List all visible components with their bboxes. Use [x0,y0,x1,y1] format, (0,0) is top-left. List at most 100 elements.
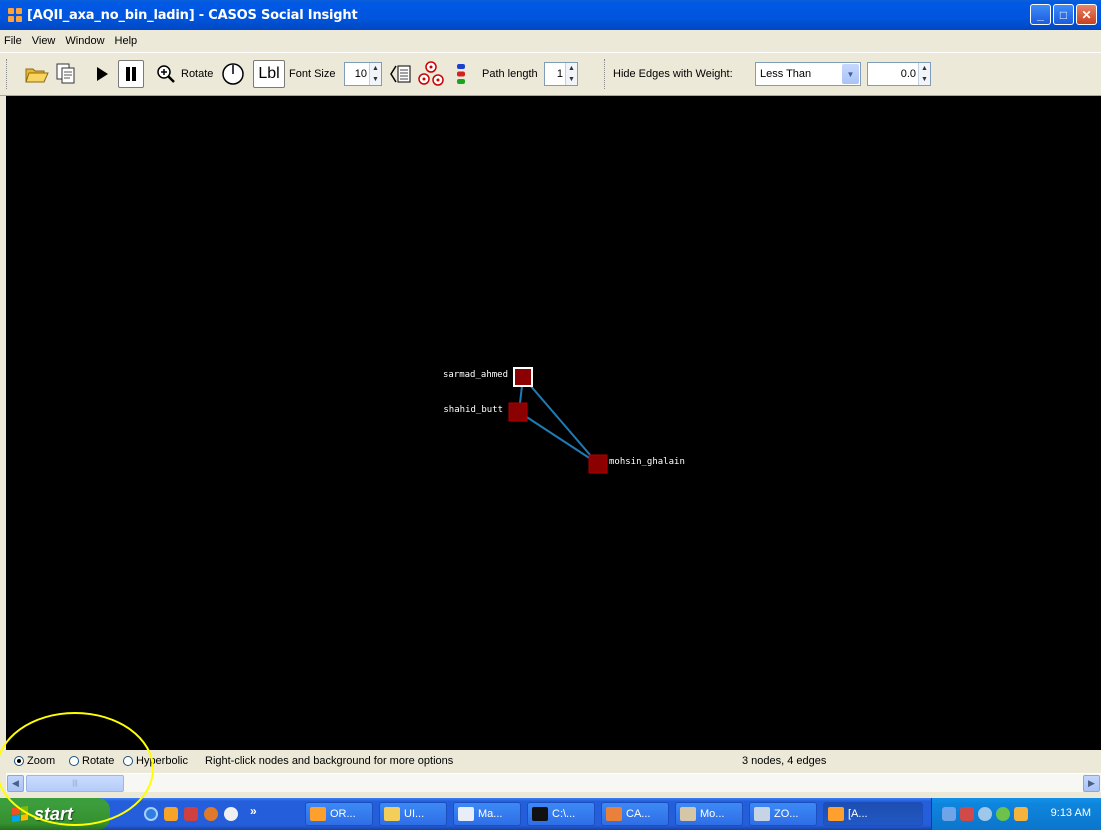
close-button[interactable]: ✕ [1076,4,1097,25]
network-icon[interactable] [942,807,956,821]
media-player-icon[interactable] [224,807,238,821]
task-label: UI... [404,808,425,820]
toolbar-grip[interactable] [6,59,9,89]
network-canvas[interactable]: sarmad_ahmed shahid_butt mohsin_ghalain [6,96,1101,750]
security-icon[interactable] [960,807,974,821]
quicklaunch-app-icon[interactable] [164,807,178,821]
app-window: [AQII_axa_no_bin_ladin] - CASOS Social I… [0,0,1101,830]
casos-app-icon [310,807,326,821]
status-bar: Zoom Rotate Hyperbolic Right-click nodes… [6,752,1101,772]
task-label: OR... [330,808,356,820]
app-icon [680,807,696,821]
task-button[interactable]: Mo... [675,802,743,826]
ie-icon[interactable] [144,807,158,821]
cluster-icon[interactable] [418,60,444,88]
notepad-icon [458,807,474,821]
start-label: start [34,803,74,824]
pause-icon[interactable] [118,60,144,88]
graph-node-sarmad-ahmed[interactable] [513,367,533,387]
rotate-label: Rotate [181,68,214,80]
toolbar: Rotate Lbl Font Size 10 ▲ ▼ Path length 1… [0,52,1101,96]
graph-node-shahid-butt[interactable] [508,402,528,422]
menu-view[interactable]: View [28,35,62,47]
tray-app-icon[interactable] [1014,807,1028,821]
chevron-down-icon[interactable]: ▼ [842,64,859,84]
toolbar-grip[interactable] [604,59,607,89]
spinner-arrows-icon[interactable]: ▲ ▼ [918,63,930,85]
task-label: CA... [626,808,651,820]
graph-nodes [508,367,608,474]
scroll-thumb[interactable]: ||| [26,775,124,792]
java-icon [606,807,622,821]
task-button-active[interactable]: [A... [823,802,923,826]
clock[interactable]: 9:13 AM [1051,807,1091,819]
menu-help[interactable]: Help [111,35,144,47]
casos-app-icon [828,807,844,821]
zoom-mode-radio[interactable] [14,756,24,766]
font-size-stepper[interactable]: 10 ▲ ▼ [344,62,382,86]
rotate-mode-label[interactable]: Rotate [82,755,114,767]
legend-icon[interactable] [452,60,470,88]
task-label: Mo... [700,808,725,820]
node-label-shahid-butt: shahid_butt [443,405,503,415]
menu-window[interactable]: Window [61,35,110,47]
task-button[interactable]: OR... [305,802,373,826]
zoom-mode-label[interactable]: Zoom [27,755,55,767]
edge-weight-value[interactable]: 0.0 [868,68,918,80]
path-length-stepper[interactable]: 1 ▲ ▼ [544,62,578,86]
task-label: ZO... [774,808,799,820]
task-button[interactable]: UI... [379,802,447,826]
edge-weight-stepper[interactable]: 0.0 ▲ ▼ [867,62,931,86]
status-hint: Right-click nodes and background for mor… [205,755,454,767]
comparison-value: Less Than [760,68,812,80]
hyperbolic-mode-radio[interactable] [123,756,133,766]
graph-edge[interactable] [518,411,598,464]
zoom-icon[interactable] [154,62,178,86]
tray-app-icon[interactable] [996,807,1010,821]
rotate-mode-radio[interactable] [69,756,79,766]
title-bar[interactable]: [AQII_axa_no_bin_ladin] - CASOS Social I… [0,0,1101,30]
scroll-left-icon[interactable]: ◀ [7,775,24,792]
tray-app-icon[interactable] [978,807,992,821]
scroll-right-icon[interactable]: ▶ [1083,775,1100,792]
font-size-value[interactable]: 10 [345,68,369,80]
node-label-sarmad-ahmed: sarmad_ahmed [443,370,508,380]
taskbar: start » OR... UI... Ma... C:\... CA... M… [0,798,1101,830]
lbl-button[interactable]: Lbl [253,60,285,88]
horizontal-scrollbar[interactable]: ◀ ||| ▶ [6,773,1101,792]
folder-icon [384,807,400,821]
task-label: Ma... [478,808,503,820]
copy-icon[interactable] [54,61,78,87]
menu-file[interactable]: File [0,35,28,47]
path-length-label: Path length [482,68,538,80]
quicklaunch-app-icon[interactable] [184,807,198,821]
layout-icon[interactable] [389,61,413,87]
graph-labels: sarmad_ahmed shahid_butt mohsin_ghalain [443,370,685,467]
minimize-button[interactable]: _ [1030,4,1051,25]
comparison-select[interactable]: Less Than ▼ [755,62,861,86]
open-folder-icon[interactable] [24,61,50,87]
spinner-arrows-icon[interactable]: ▲ ▼ [369,63,381,85]
task-label: C:\... [552,808,576,820]
menu-bar: File View Window Help [0,30,1101,52]
console-icon [532,807,548,821]
hyperbolic-mode-label[interactable]: Hyperbolic [136,755,188,767]
path-length-value[interactable]: 1 [545,68,565,80]
task-button[interactable]: ZO... [749,802,817,826]
task-button[interactable]: C:\... [527,802,595,826]
task-button[interactable]: CA... [601,802,669,826]
firefox-icon[interactable] [204,807,218,821]
maximize-button[interactable]: □ [1053,4,1074,25]
spinner-arrows-icon[interactable]: ▲ ▼ [565,63,577,85]
play-icon[interactable] [92,61,112,87]
graph-node-mohsin-ghalain[interactable] [588,454,608,474]
task-button[interactable]: Ma... [453,802,521,826]
casos-app-icon [8,8,22,22]
quicklaunch-overflow-icon[interactable]: » [250,804,257,818]
rotate-dial-icon[interactable] [220,60,246,88]
start-button[interactable]: start [0,798,110,830]
font-size-label: Font Size [289,68,336,80]
graph-edge[interactable] [522,376,598,464]
task-label: [A... [848,808,868,820]
node-edge-count: 3 nodes, 4 edges [742,755,827,767]
